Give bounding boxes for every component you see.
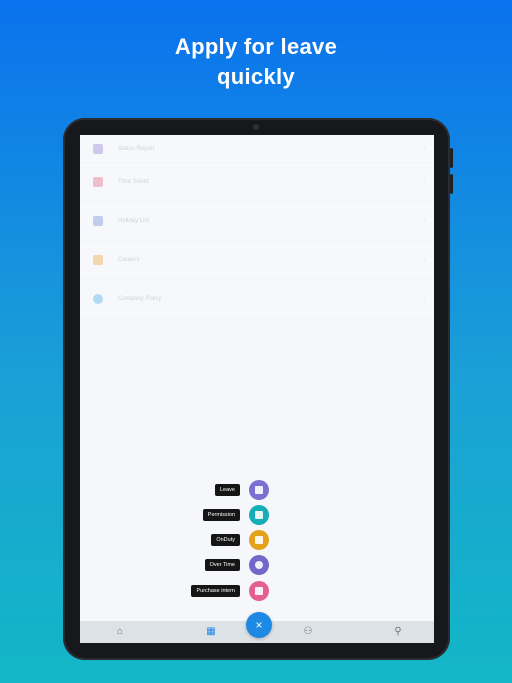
volume-up-button bbox=[450, 148, 453, 168]
fab-label-purchase-intern: Purchase intern bbox=[191, 585, 240, 597]
calendar-icon[interactable] bbox=[249, 480, 269, 500]
fab-item-leave[interactable]: Leave bbox=[80, 480, 434, 500]
people-icon[interactable]: ⚇ bbox=[302, 626, 314, 638]
fab-label-leave: Leave bbox=[215, 484, 240, 496]
fab-item-over-time[interactable]: Over Time bbox=[80, 555, 434, 575]
fab-item-onduty[interactable]: OnDuty bbox=[80, 530, 434, 550]
volume-down-button bbox=[450, 174, 453, 194]
home-icon[interactable]: ⌂ bbox=[114, 626, 126, 638]
headline-line-1: Apply for leave bbox=[174, 34, 338, 59]
fab-label-onduty: OnDuty bbox=[211, 534, 240, 546]
headline-line-2: quickly bbox=[217, 64, 295, 89]
fab-item-purchase-intern[interactable]: Purchase intern bbox=[80, 581, 434, 601]
fab-label-permission: Permission bbox=[202, 509, 240, 521]
fab-item-permission[interactable]: Permission bbox=[80, 505, 434, 525]
headline: Apply for leave quickly bbox=[0, 32, 512, 92]
app-screen: Status Report › Time Sheet › Holiday Lis… bbox=[80, 135, 434, 643]
close-fab-button[interactable]: × bbox=[246, 612, 272, 638]
briefcase-icon[interactable] bbox=[249, 530, 269, 550]
fab-label-over-time: Over Time bbox=[204, 559, 240, 571]
send-icon[interactable] bbox=[249, 581, 269, 601]
camera-dot bbox=[253, 124, 259, 130]
grid-icon[interactable]: ▦ bbox=[205, 626, 217, 638]
clock-icon[interactable] bbox=[249, 555, 269, 575]
tablet-device: Status Report › Time Sheet › Holiday Lis… bbox=[63, 118, 453, 660]
profile-icon[interactable]: ⚲ bbox=[392, 626, 404, 638]
document-icon[interactable] bbox=[249, 505, 269, 525]
